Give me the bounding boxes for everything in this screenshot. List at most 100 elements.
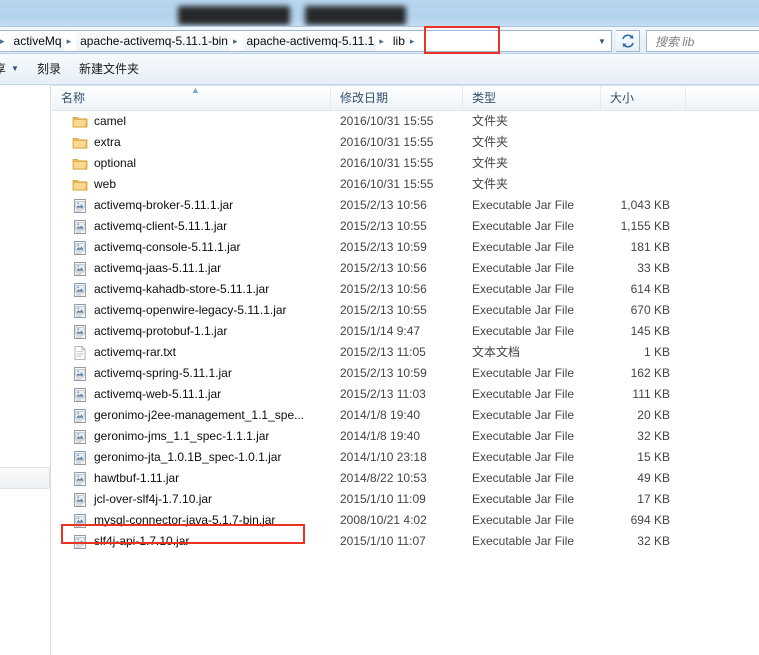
table-row[interactable]: activemq-client-5.11.1.jar 2015/2/13 10:5… (52, 216, 759, 237)
table-row[interactable]: hawtbuf-1.11.jar 2014/8/22 10:53 Executabl… (52, 468, 759, 489)
table-row[interactable]: activemq-broker-5.11.1.jar 2015/2/13 10:5… (52, 195, 759, 216)
file-name-cell[interactable]: geronimo-jta_1.0.1B_spec-1.0.1.jar (52, 447, 331, 468)
nav-item-selected[interactable] (0, 467, 50, 489)
breadcrumb-separator-icon[interactable]: ▸ (407, 36, 420, 47)
column-header-date-modified[interactable]: 修改日期 (331, 84, 463, 111)
table-row[interactable]: jcl-over-slf4j-1.7.10.jar 2015/1/10 11:09… (52, 489, 759, 510)
file-type-cell: Executable Jar File (472, 198, 575, 212)
toolbar-item-label: 刻录 (36, 62, 61, 76)
table-row[interactable]: extra 2016/10/31 15:55 文件夹 (52, 132, 759, 153)
file-name-cell[interactable]: hawtbuf-1.11.jar (52, 468, 331, 489)
folder-icon (72, 116, 88, 127)
table-row[interactable]: activemq-protobuf-1.1.jar 2015/1/14 9:47 E… (52, 321, 759, 342)
file-name-cell[interactable]: activemq-kahadb-store-5.11.1.jar (52, 279, 331, 300)
file-name-cell[interactable]: web (52, 174, 331, 195)
table-row[interactable]: mysql-connector-java-5.1.7-bin.jar 2008/1… (52, 510, 759, 531)
jar-icon (74, 366, 86, 381)
file-date-cell: 2015/1/10 11:07 (340, 534, 426, 548)
file-date-cell: 2014/1/8 19:40 (340, 408, 421, 422)
table-row[interactable]: activemq-kahadb-store-5.11.1.jar 2015/2/1… (52, 279, 759, 300)
breadcrumb-item-lib[interactable]: lib (388, 31, 407, 51)
jar-icon (74, 534, 86, 549)
file-name-cell[interactable]: extra (52, 132, 331, 153)
file-name-label: extra (94, 135, 121, 149)
file-name-cell[interactable]: slf4j-api-1.7.10.jar (52, 531, 331, 552)
table-row[interactable]: activemq-spring-5.11.1.jar 2015/2/13 10:5… (52, 363, 759, 384)
file-name-cell[interactable]: activemq-client-5.11.1.jar (52, 216, 331, 237)
search-placeholder: 搜索 lib (655, 34, 695, 49)
file-name-label: activemq-jaas-5.11.1.jar (94, 261, 222, 275)
toolbar-new-folder-button[interactable]: 新建文件夹 (70, 58, 148, 80)
file-name-cell[interactable]: activemq-web-5.11.1.jar (52, 384, 331, 405)
file-name-cell[interactable]: activemq-spring-5.11.1.jar (52, 363, 331, 384)
file-date-cell: 2016/10/31 15:55 (340, 156, 434, 170)
file-size-cell: 1,155 KB (620, 219, 670, 233)
jar-icon (74, 450, 86, 465)
table-row[interactable]: activemq-openwire-legacy-5.11.1.jar 2015/… (52, 300, 759, 321)
table-row[interactable]: slf4j-api-1.7.10.jar 2015/1/10 11:07 Execu… (52, 531, 759, 552)
breadcrumb-separator-icon[interactable]: ▸ (0, 36, 10, 47)
file-name-cell[interactable]: camel (52, 111, 331, 132)
column-header-spacer[interactable] (686, 85, 758, 111)
toolbar: 享 ▼ 刻录 新建文件夹 (0, 54, 759, 85)
breadcrumb-item-activemq[interactable]: activeMq (9, 31, 64, 51)
breadcrumb-item-apache-activemq-bin[interactable]: apache-activemq-5.11.1-bin (76, 31, 230, 51)
table-row[interactable]: geronimo-jms_1.1_spec-1.1.1.jar 2014/1/8 … (52, 426, 759, 447)
file-name-cell[interactable]: mysql-connector-java-5.1.7-bin.jar (52, 510, 331, 531)
file-type-cell: Executable Jar File (472, 324, 575, 338)
column-header-type[interactable]: 类型 (463, 84, 601, 111)
refresh-button[interactable] (616, 30, 640, 52)
folder-icon (72, 137, 88, 148)
file-name-label: activemq-protobuf-1.1.jar (94, 324, 228, 338)
file-name-cell[interactable]: geronimo-jms_1.1_spec-1.1.1.jar (52, 426, 331, 447)
table-row[interactable]: optional 2016/10/31 15:55 文件夹 (52, 153, 759, 174)
breadcrumb-item-apache-activemq[interactable]: apache-activemq-5.11.1 (242, 31, 377, 51)
breadcrumb-separator-icon[interactable]: ▸ (230, 36, 243, 47)
navigation-pane (0, 85, 51, 655)
file-size-cell: 32 KB (637, 429, 670, 443)
file-name-cell[interactable]: activemq-jaas-5.11.1.jar (52, 258, 331, 279)
table-row[interactable]: geronimo-j2ee-management_1.1_spe... 2014/… (52, 405, 759, 426)
file-name-cell[interactable]: activemq-rar.txt (52, 342, 331, 363)
jar-icon (74, 513, 86, 528)
chevron-down-icon[interactable]: ▼ (593, 31, 611, 51)
file-name-label: geronimo-j2ee-management_1.1_spe... (94, 408, 305, 422)
file-name-cell[interactable]: activemq-console-5.11.1.jar (52, 237, 331, 258)
table-row[interactable]: activemq-jaas-5.11.1.jar 2015/2/13 10:56 E… (52, 258, 759, 279)
file-name-cell[interactable]: optional (52, 153, 331, 174)
table-row[interactable]: activemq-rar.txt 2015/2/13 11:05 文本文档 1 KB (52, 342, 759, 363)
file-type-cell: Executable Jar File (472, 513, 575, 527)
jar-icon (74, 198, 86, 213)
breadcrumb-separator-icon[interactable]: ▸ (376, 36, 389, 47)
address-bar[interactable]: ▸ activeMq ▸ apache-activemq-5.11.1-bin … (0, 30, 612, 52)
search-input[interactable]: 搜索 lib (646, 30, 759, 52)
file-name-cell[interactable]: jcl-over-slf4j-1.7.10.jar (52, 489, 331, 510)
table-row[interactable]: web 2016/10/31 15:55 文件夹 (52, 174, 759, 195)
file-name-cell[interactable]: activemq-openwire-legacy-5.11.1.jar (52, 300, 331, 321)
file-date-cell: 2015/1/10 11:09 (340, 492, 426, 506)
table-row[interactable]: camel 2016/10/31 15:55 文件夹 (52, 111, 759, 132)
column-header-name[interactable]: 名称 ▲ (52, 84, 331, 111)
file-size-cell: 33 KB (637, 261, 670, 275)
toolbar-burn-button[interactable]: 刻录 (28, 58, 70, 80)
file-name-cell[interactable]: activemq-broker-5.11.1.jar (52, 195, 331, 216)
file-type-cell: 文件夹 (472, 114, 509, 128)
table-row[interactable]: geronimo-jta_1.0.1B_spec-1.0.1.jar 2014/1… (52, 447, 759, 468)
breadcrumb-separator-icon[interactable]: ▸ (64, 36, 77, 47)
file-name-label: activemq-client-5.11.1.jar (94, 219, 228, 233)
table-row[interactable]: activemq-console-5.11.1.jar 2015/2/13 10:… (52, 237, 759, 258)
refresh-icon (621, 34, 634, 48)
column-header-label: 类型 (472, 90, 497, 105)
toolbar-share-menu[interactable]: 享 ▼ (0, 58, 28, 80)
column-header-size[interactable]: 大小 (601, 84, 686, 111)
breadcrumb-label: apache-activemq-5.11.1 (246, 34, 375, 48)
file-date-cell: 2014/8/22 10:53 (340, 471, 427, 485)
file-date-cell: 2015/1/14 9:47 (340, 324, 421, 338)
file-name-cell[interactable]: activemq-protobuf-1.1.jar (52, 321, 331, 342)
file-size-cell: 20 KB (637, 408, 670, 422)
table-row[interactable]: activemq-web-5.11.1.jar 2015/2/13 11:03 Ex… (52, 384, 759, 405)
file-name-label: activemq-broker-5.11.1.jar (94, 198, 234, 212)
file-type-cell: 文件夹 (472, 135, 509, 149)
file-name-cell[interactable]: geronimo-j2ee-management_1.1_spe... (52, 405, 331, 426)
redacted-region-1 (178, 6, 290, 25)
